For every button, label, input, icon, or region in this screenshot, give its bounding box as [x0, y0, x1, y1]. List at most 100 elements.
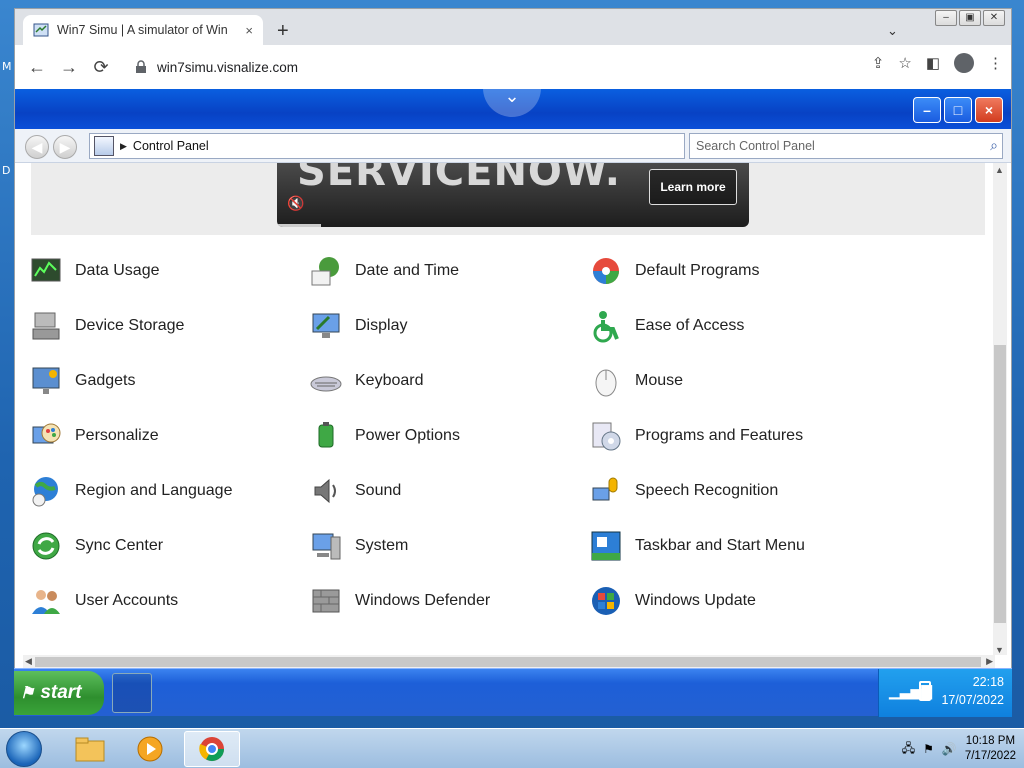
- explorer-path-field[interactable]: ▶ Control Panel: [89, 133, 685, 159]
- restore-button[interactable]: ▣: [959, 10, 981, 26]
- region-language-icon: [29, 474, 63, 508]
- sim-clock-date[interactable]: 17/07/2022: [941, 693, 1004, 707]
- control-panel-item[interactable]: Power Options: [309, 416, 460, 456]
- minimize-button[interactable]: –: [935, 10, 957, 26]
- title-dropdown-icon[interactable]: ⌄: [483, 83, 541, 117]
- control-panel-item-label: System: [355, 537, 409, 554]
- vertical-scrollbar[interactable]: ▲ ▼: [993, 163, 1007, 655]
- learn-more-button[interactable]: Learn more: [649, 169, 737, 205]
- sim-taskbar-control-panel[interactable]: [112, 673, 152, 713]
- sync-center-icon: [29, 529, 63, 563]
- control-panel-item[interactable]: Windows Update: [589, 581, 756, 621]
- control-panel-item-label: Ease of Access: [635, 317, 745, 334]
- control-panel-item[interactable]: Keyboard: [309, 361, 424, 401]
- explorer-back-button[interactable]: ◀: [25, 135, 49, 159]
- windows-defender-icon: [309, 584, 343, 618]
- control-panel-item[interactable]: Sound: [309, 471, 401, 511]
- control-panel-item[interactable]: Gadgets: [29, 361, 135, 401]
- control-panel-item[interactable]: Programs and Features: [589, 416, 803, 456]
- control-panel-item[interactable]: Personalize: [29, 416, 159, 456]
- sim-taskbar: ⚑ start ▁▃▅▇ 22:18 17/07/2022: [14, 668, 1012, 717]
- sim-clock-time[interactable]: 22:18: [973, 675, 1004, 689]
- network-icon[interactable]: 🖧: [902, 739, 915, 760]
- forward-button[interactable]: →: [53, 51, 85, 83]
- horizontal-scrollbar[interactable]: ◀ ▶: [23, 655, 995, 669]
- control-panel-item-label: Programs and Features: [635, 427, 804, 444]
- reload-button[interactable]: ⟳: [85, 51, 117, 83]
- scroll-right-icon[interactable]: ▶: [986, 656, 993, 667]
- user-accounts-icon: [29, 584, 63, 618]
- explorer-pin-icon[interactable]: [62, 731, 118, 767]
- search-input[interactable]: Search Control Panel ⌕: [689, 133, 1003, 159]
- close-button[interactable]: ✕: [983, 10, 1005, 26]
- control-panel-item[interactable]: Mouse: [589, 361, 683, 401]
- control-panel-item-label: Keyboard: [355, 372, 424, 389]
- search-icon[interactable]: ⌕: [990, 137, 998, 154]
- breadcrumb-arrow-icon[interactable]: ▶: [120, 141, 127, 152]
- host-clock[interactable]: 10:18 PM 7/17/2022: [965, 734, 1016, 764]
- signal-icon[interactable]: ▁▃▅▇: [889, 683, 932, 701]
- windows-flag-icon: ⚑: [20, 685, 35, 702]
- sim-minimize-button[interactable]: –: [913, 97, 941, 123]
- control-panel-item[interactable]: Taskbar and Start Menu: [589, 526, 805, 566]
- control-panel-favicon-icon: [33, 23, 49, 37]
- sound-icon: [309, 474, 343, 508]
- date-time-icon: [309, 254, 343, 288]
- windows-start-orb[interactable]: [6, 731, 42, 767]
- control-panel-item-label: Taskbar and Start Menu: [635, 537, 805, 554]
- control-panel-item[interactable]: Device Storage: [29, 306, 184, 346]
- control-panel-item[interactable]: Default Programs: [589, 251, 760, 291]
- control-panel-item[interactable]: Display: [309, 306, 407, 346]
- browser-tab[interactable]: Win7 Simu | A simulator of Wind ×: [23, 15, 263, 45]
- sim-window-titlebar[interactable]: ⌄ – □ ×: [15, 83, 1011, 129]
- side-panel-icon[interactable]: ◧: [926, 54, 940, 72]
- menu-kebab-icon[interactable]: ⋮: [988, 54, 1003, 72]
- control-panel-item[interactable]: User Accounts: [29, 581, 178, 621]
- control-panel-item[interactable]: Ease of Access: [589, 306, 744, 346]
- sim-close-button[interactable]: ×: [975, 97, 1003, 123]
- start-label: start: [40, 682, 82, 703]
- control-panel-item[interactable]: Region and Language: [29, 471, 232, 511]
- sim-maximize-button[interactable]: □: [944, 97, 972, 123]
- toolbar-actions: ⇪ ☆ ◧ ⋮: [872, 53, 1003, 73]
- control-panel-item[interactable]: Data Usage: [29, 251, 160, 291]
- host-system-tray: 🖧 ⚑ 🔊 10:18 PM 7/17/2022: [902, 733, 1016, 765]
- personalize-icon: [29, 419, 63, 453]
- vertical-scroll-thumb[interactable]: [994, 345, 1006, 623]
- control-panel-item[interactable]: Date and Time: [309, 251, 459, 291]
- control-panel-item[interactable]: System: [309, 526, 408, 566]
- close-tab-icon[interactable]: ×: [245, 23, 253, 38]
- address-bar[interactable]: win7simu.visnalize.com: [127, 51, 827, 83]
- start-button[interactable]: ⚑ start: [14, 671, 104, 715]
- scroll-up-icon[interactable]: ▲: [995, 165, 1004, 175]
- profile-avatar[interactable]: [954, 53, 974, 73]
- battery-icon[interactable]: [919, 681, 931, 701]
- control-panel-item-label: User Accounts: [75, 592, 179, 609]
- search-placeholder: Search Control Panel: [696, 139, 815, 153]
- control-panel-item[interactable]: Speech Recognition: [589, 471, 778, 511]
- tab-search-icon[interactable]: ⌄: [887, 23, 898, 39]
- explorer-address-bar: ◀ ▶ ▶ Control Panel Search Control Panel…: [15, 129, 1011, 163]
- share-icon[interactable]: ⇪: [872, 54, 885, 72]
- explorer-forward-button[interactable]: ▶: [53, 135, 77, 159]
- control-panel-item[interactable]: Windows Defender: [309, 581, 490, 621]
- control-panel-item-label: Region and Language: [75, 482, 233, 499]
- mute-icon[interactable]: 🔇: [287, 195, 309, 217]
- bookmark-star-icon[interactable]: ☆: [898, 54, 911, 72]
- keyboard-icon: [309, 364, 343, 398]
- action-center-flag-icon[interactable]: ⚑: [923, 742, 934, 756]
- control-panel-item[interactable]: Sync Center: [29, 526, 163, 566]
- control-panel-item-label: Windows Defender: [355, 592, 491, 609]
- media-player-pin-icon[interactable]: [122, 731, 178, 767]
- volume-icon[interactable]: 🔊: [942, 742, 957, 756]
- scroll-down-icon[interactable]: ▼: [995, 645, 1004, 655]
- back-button[interactable]: ←: [21, 51, 53, 83]
- scroll-left-icon[interactable]: ◀: [25, 656, 32, 667]
- new-tab-button[interactable]: +: [277, 21, 289, 41]
- chrome-pin-icon[interactable]: [184, 731, 240, 767]
- control-panel-icon: [94, 136, 114, 156]
- horizontal-scroll-thumb[interactable]: [35, 657, 981, 667]
- ad-video[interactable]: SERVICENOW. Learn more 🔇: [277, 163, 749, 227]
- breadcrumb: Control Panel: [132, 139, 209, 153]
- page-content: ⌄ – □ × ◀ ▶ ▶ Control Panel Search Contr…: [15, 83, 1011, 669]
